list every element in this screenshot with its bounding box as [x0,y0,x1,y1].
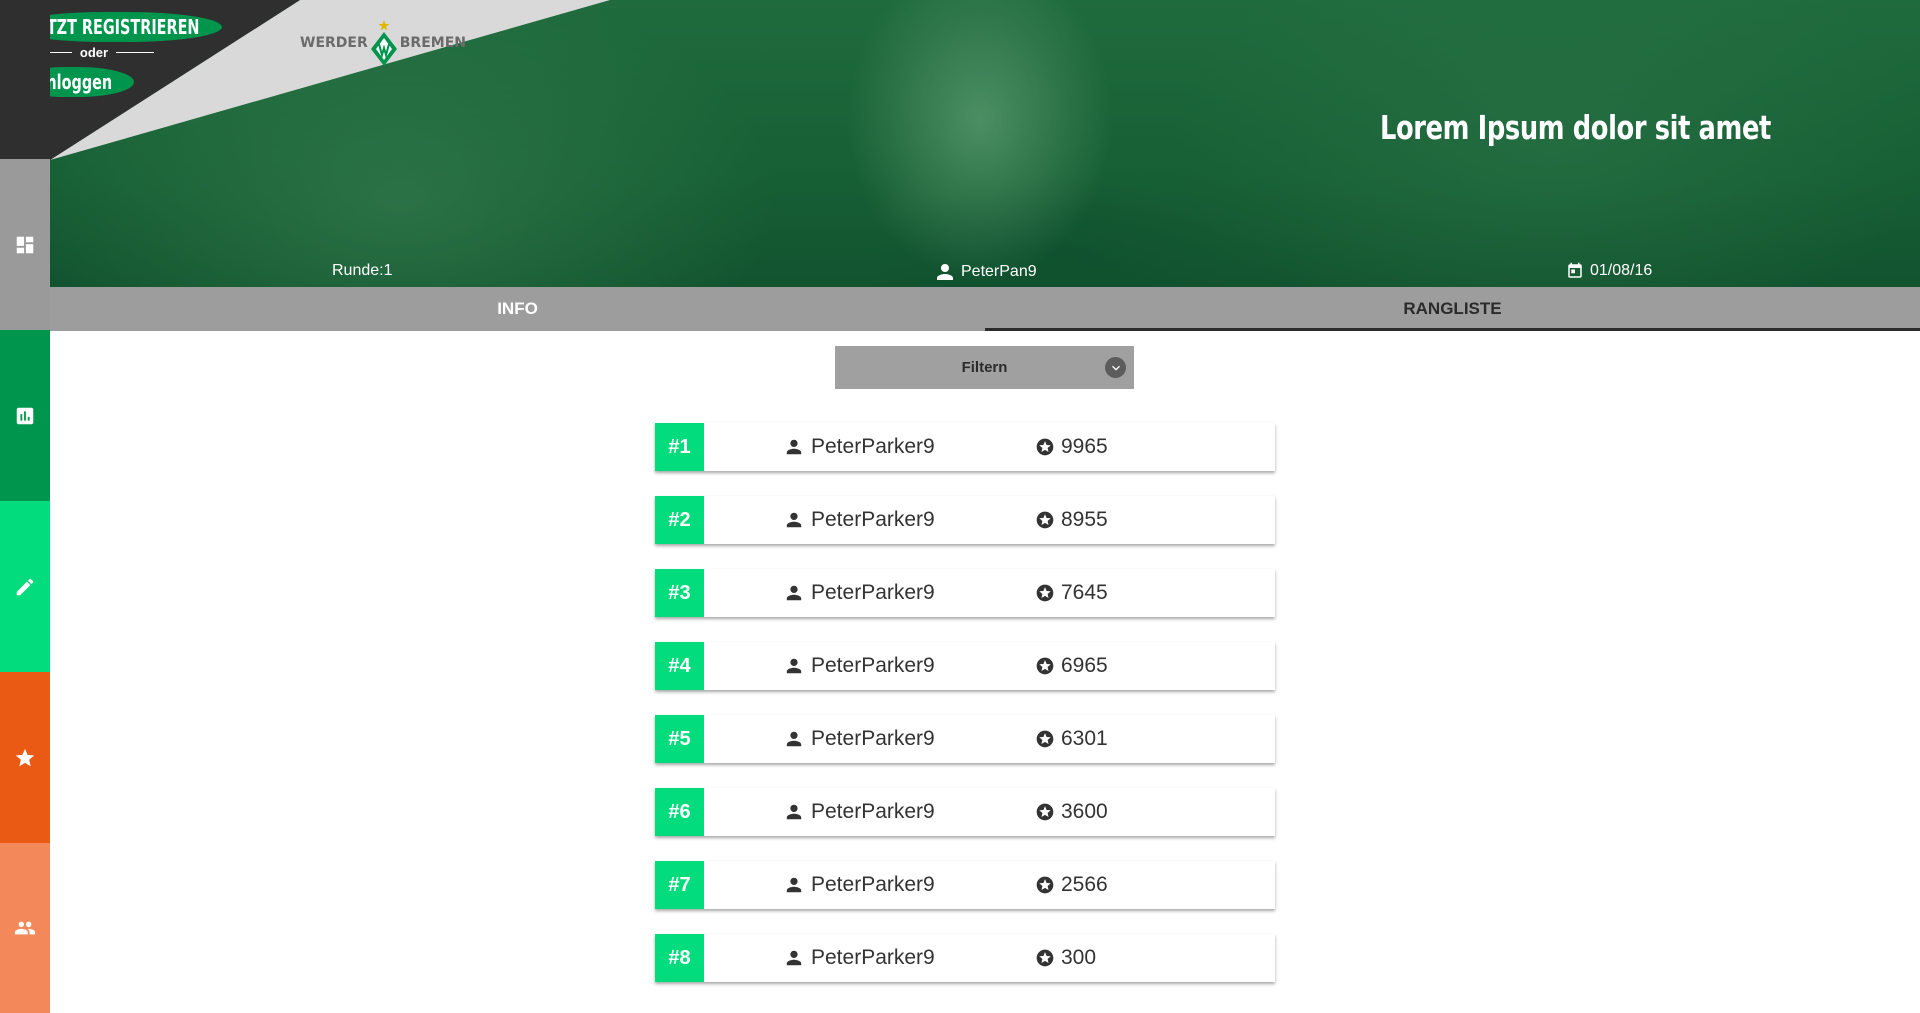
ranking-username: PeterParker9 [811,873,935,896]
logo-text-right: BREMEN [399,35,466,51]
user-name: PeterPan9 [961,263,1037,280]
sidebar-item-statistics[interactable] [0,330,50,501]
round-label: Runde:1 [332,262,393,279]
ranking-username: PeterParker9 [811,946,935,969]
ranking-score: 7645 [1035,581,1108,605]
sidebar-item-favorites[interactable] [0,672,50,843]
user-icon [786,731,802,747]
ranking-row[interactable]: #2 PeterParker9 8955 [655,496,1275,544]
logo-text-left: WERDER [300,35,368,51]
user-icon [937,264,953,280]
sidebar-item-dashboard[interactable] [0,159,50,330]
user-icon [786,658,802,674]
round-info: Runde:1 [332,262,393,280]
ranking-points: 6965 [1061,654,1108,677]
ranking-points: 3600 [1061,800,1108,823]
sidebar-item-community[interactable] [0,843,50,1013]
ranking-points: 7645 [1061,581,1108,604]
star-circle-icon [1036,949,1054,967]
ranking-user: PeterParker9 [785,435,935,459]
filter-dropdown[interactable]: Filtern [835,346,1134,389]
star-circle-icon [1036,511,1054,529]
bar-chart-icon [16,407,34,424]
sidebar [0,0,50,1013]
ranking-score: 300 [1035,946,1096,970]
ranking-username: PeterParker9 [811,800,935,823]
ranking-points: 9965 [1061,435,1108,458]
ranking-score: 8955 [1035,508,1108,532]
ranking-user: PeterParker9 [785,581,935,605]
rank-badge: #5 [655,715,704,763]
rank-badge: #8 [655,934,704,982]
tab-bar: INFO RANGLISTE [50,287,1920,331]
ranking-score: 2566 [1035,873,1108,897]
ranking-username: PeterParker9 [811,727,935,750]
ranking-score: 9965 [1035,435,1108,459]
ranking-user: PeterParker9 [785,727,935,751]
ranking-row[interactable]: #7 PeterParker9 2566 [655,861,1275,909]
ranking-row[interactable]: #8 PeterParker9 300 [655,934,1275,982]
dashboard-icon [16,236,34,253]
pencil-icon [16,578,34,595]
ranking-user: PeterParker9 [785,873,935,897]
ranking-username: PeterParker9 [811,581,935,604]
ranking-user: PeterParker9 [785,508,935,532]
group-icon [14,921,36,935]
star-icon [15,748,35,766]
ranking-points: 8955 [1061,508,1108,531]
ranking-score: 3600 [1035,800,1108,824]
star-circle-icon [1036,657,1054,675]
rank-badge: #2 [655,496,704,544]
ranking-points: 2566 [1061,873,1108,896]
date-info: 01/08/16 [1566,262,1652,280]
ranking-score: 6301 [1035,727,1108,751]
ranking-username: PeterParker9 [811,654,935,677]
rank-badge: #4 [655,642,704,690]
ranking-user: PeterParker9 [785,946,935,970]
user-icon [786,512,802,528]
club-crest-icon [370,20,397,66]
rank-badge: #3 [655,569,704,617]
star-circle-icon [1036,438,1054,456]
ranking-points: 300 [1061,946,1097,969]
rank-badge: #7 [655,861,704,909]
star-circle-icon [1036,876,1054,894]
ranking-user: PeterParker9 [785,654,935,678]
ranking-points: 6301 [1061,727,1108,750]
ranking-list: #1 PeterParker9 9965 #2 PeterParker9 895… [655,423,1275,1007]
rank-badge: #1 [655,423,704,471]
hero-title: Lorem Ipsum dolor sit amet [1380,108,1771,147]
ranking-row[interactable]: #6 PeterParker9 3600 [655,788,1275,836]
sidebar-top-spacer [0,0,50,159]
ranking-user: PeterParker9 [785,800,935,824]
date-label: 01/08/16 [1590,262,1653,279]
filter-label: Filtern [961,359,1008,376]
ranking-row[interactable]: #4 PeterParker9 6965 [655,642,1275,690]
or-divider: oder [34,45,154,60]
tab-info[interactable]: INFO [50,287,985,331]
star-circle-icon [1036,584,1054,602]
calendar-icon [1568,262,1582,278]
ranking-row[interactable]: #1 PeterParker9 9965 [655,423,1275,471]
user-icon [786,950,802,966]
ranking-row[interactable]: #5 PeterParker9 6301 [655,715,1275,763]
star-circle-icon [1036,730,1054,748]
ranking-username: PeterParker9 [811,508,935,531]
star-circle-icon [1036,803,1054,821]
rank-badge: #6 [655,788,704,836]
chevron-down-icon [1105,357,1126,378]
user-icon [786,585,802,601]
ranking-row[interactable]: #3 PeterParker9 7645 [655,569,1275,617]
user-icon [786,877,802,893]
user-icon [786,439,802,455]
ranking-score: 6965 [1035,654,1108,678]
user-info: PeterPan9 [935,262,1037,282]
ranking-username: PeterParker9 [811,435,935,458]
user-icon [786,804,802,820]
sidebar-item-edit[interactable] [0,501,50,672]
tab-rangliste[interactable]: RANGLISTE [985,287,1920,331]
werder-bremen-logo[interactable]: WERDER BREMEN [300,20,466,66]
